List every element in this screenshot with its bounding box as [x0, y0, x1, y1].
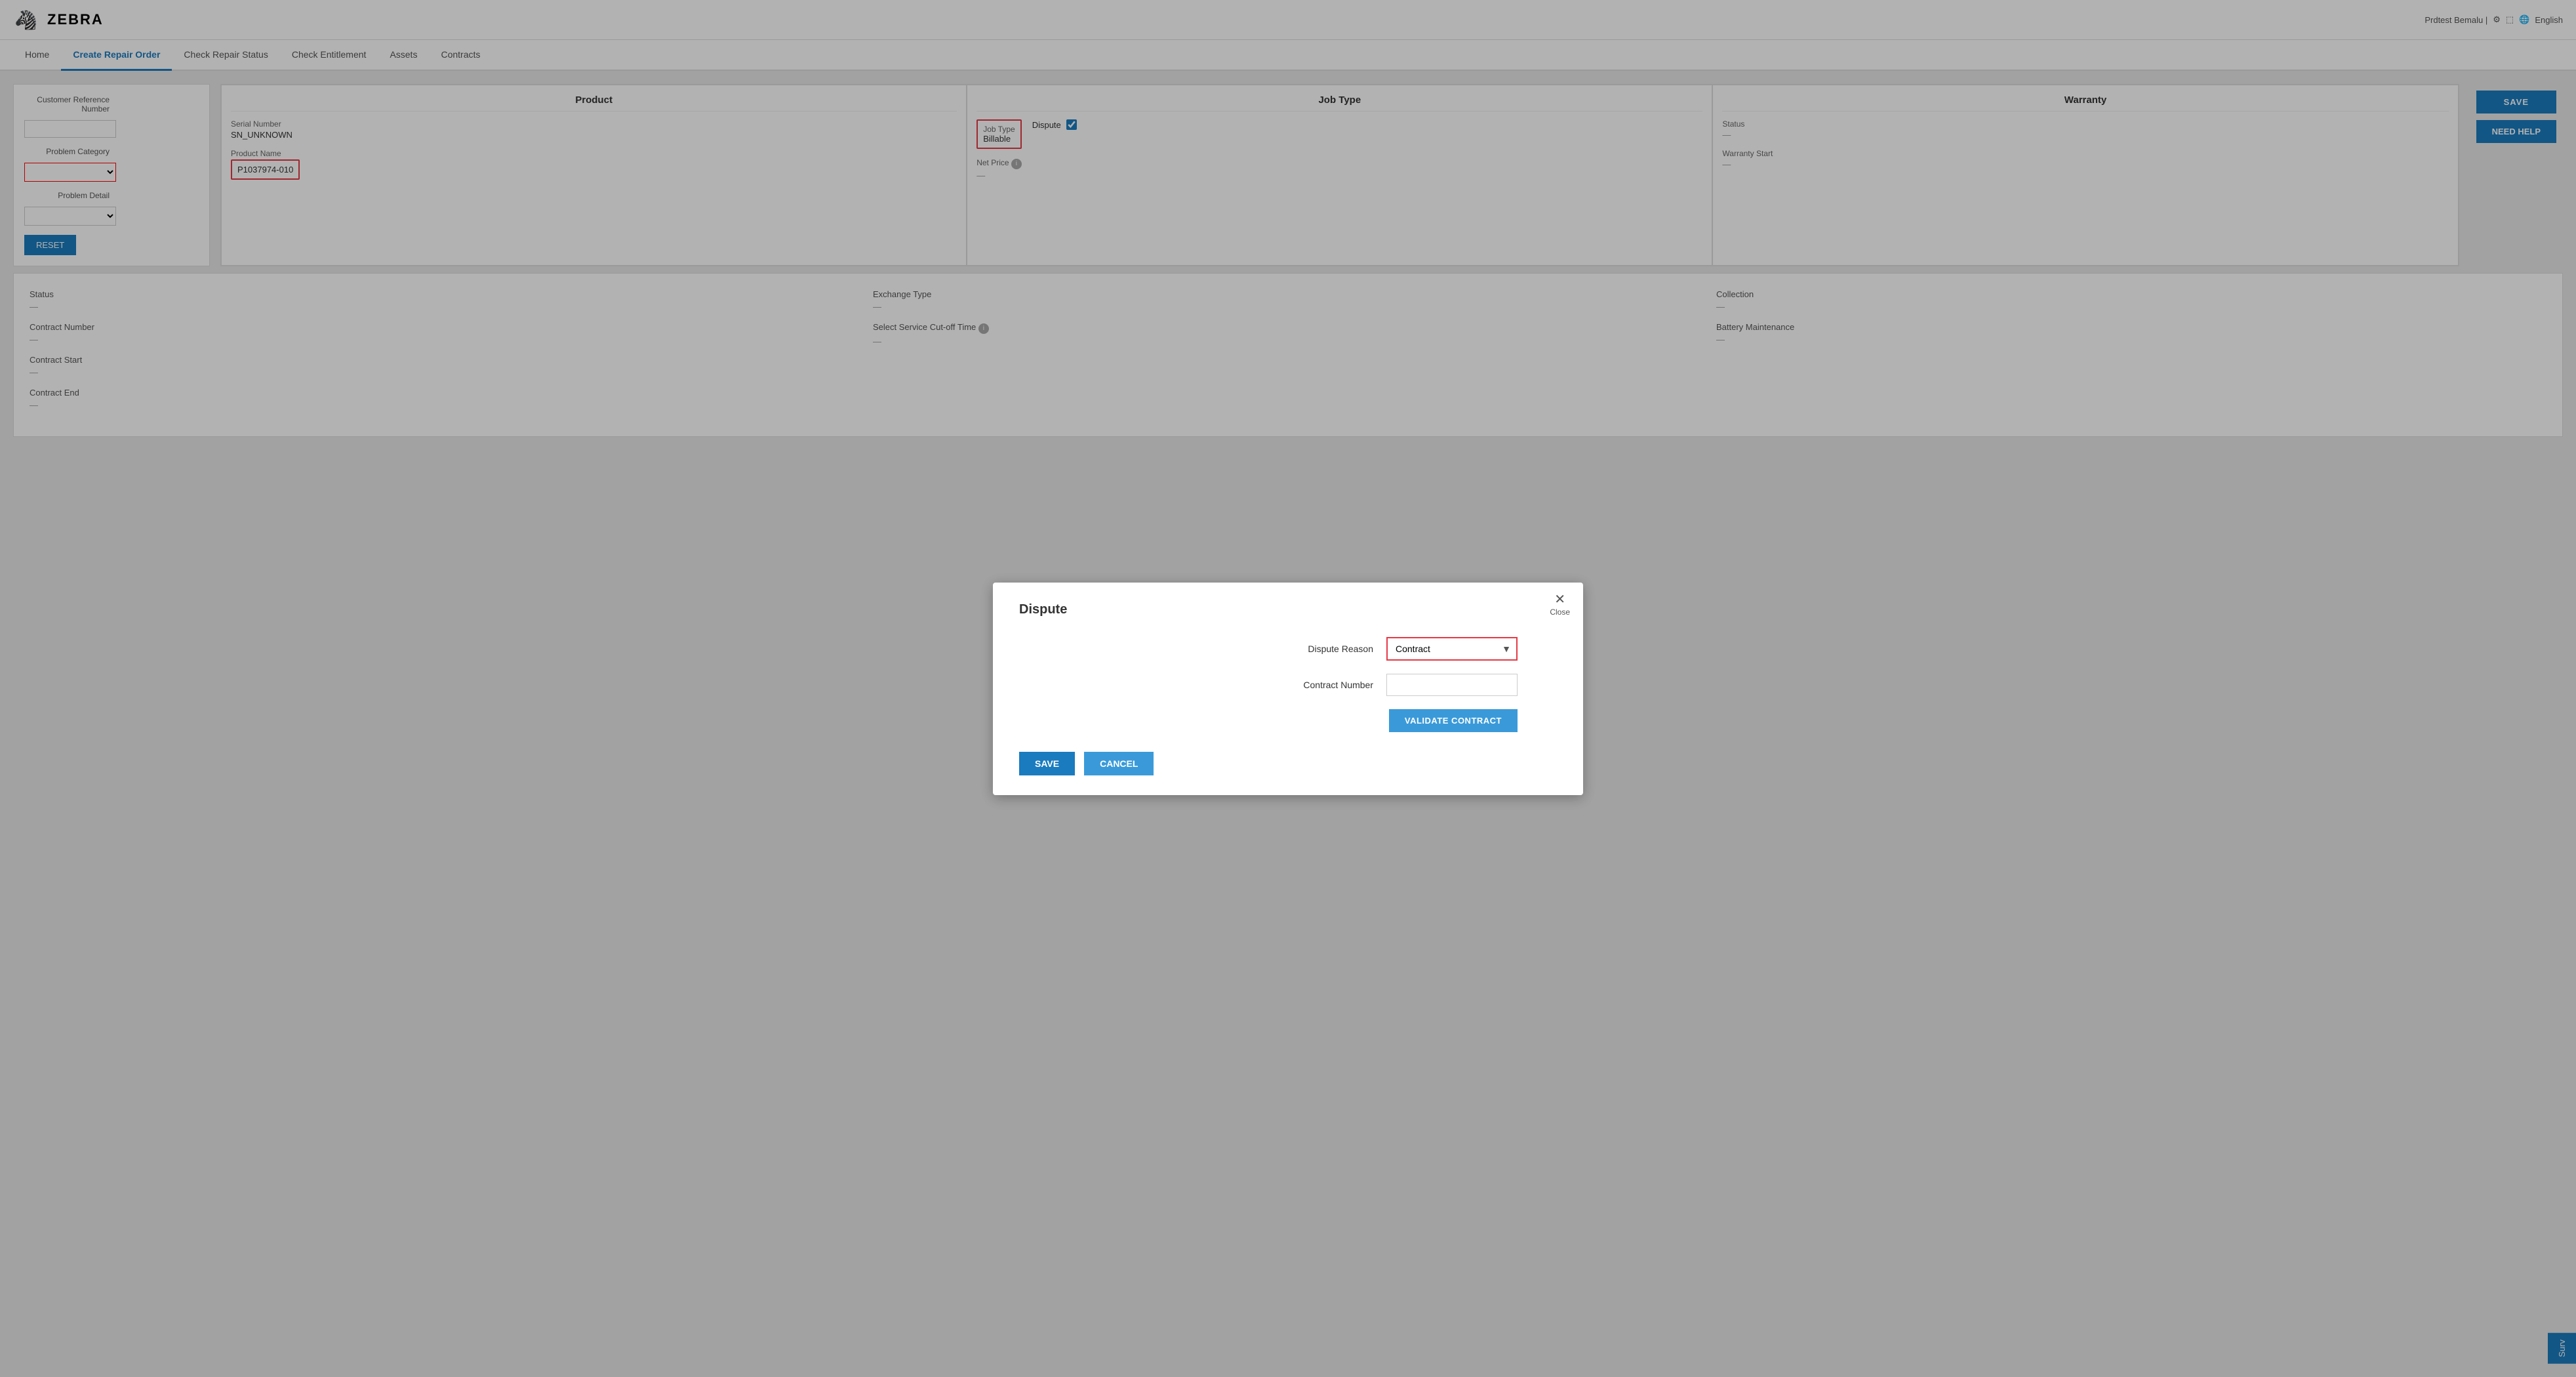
- modal-cancel-button[interactable]: CANCEL: [1084, 752, 1154, 775]
- validate-row: VALIDATE CONTRACT: [1019, 709, 1557, 732]
- dispute-reason-label: Dispute Reason: [1281, 644, 1373, 654]
- modal-close-button[interactable]: ✕ Close: [1550, 593, 1570, 617]
- close-x-icon: ✕: [1554, 593, 1565, 606]
- contract-number-input[interactable]: [1386, 674, 1518, 696]
- modal-save-button[interactable]: SAVE: [1019, 752, 1075, 775]
- dispute-reason-select[interactable]: Contract Warranty Other: [1388, 638, 1497, 659]
- contract-number-label: Contract Number: [1281, 680, 1373, 690]
- validate-contract-button[interactable]: VALIDATE CONTRACT: [1389, 709, 1518, 732]
- close-label: Close: [1550, 607, 1570, 617]
- modal-overlay: Dispute ✕ Close Dispute Reason Contract …: [0, 0, 2576, 1377]
- chevron-down-icon: ▼: [1497, 638, 1516, 659]
- dispute-reason-select-wrap: Contract Warranty Other ▼: [1386, 637, 1518, 661]
- contract-number-row: Contract Number: [1019, 674, 1557, 696]
- modal-actions: SAVE CANCEL: [1019, 752, 1557, 775]
- dispute-modal: Dispute ✕ Close Dispute Reason Contract …: [993, 583, 1583, 795]
- modal-title: Dispute: [1019, 602, 1557, 617]
- dispute-reason-row: Dispute Reason Contract Warranty Other ▼: [1019, 637, 1557, 661]
